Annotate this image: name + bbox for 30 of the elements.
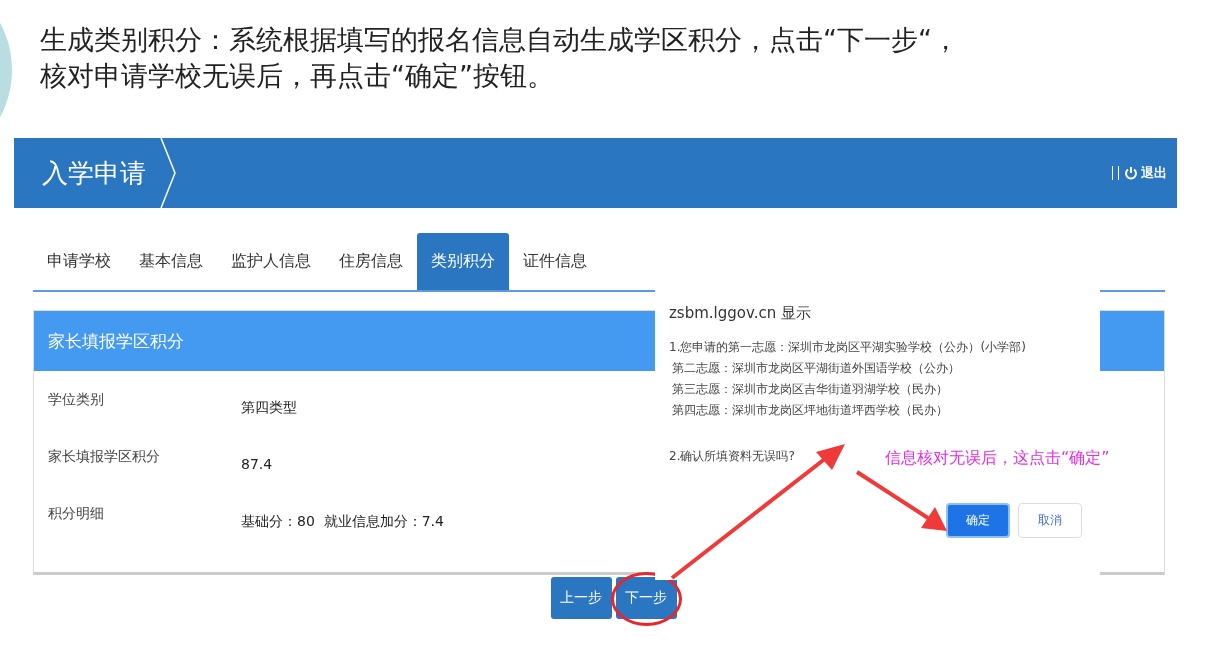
cancel-button[interactable]: 取消 bbox=[1018, 503, 1082, 538]
tab[interactable]: 住房信息 bbox=[325, 233, 417, 290]
tab[interactable]: 监护人信息 bbox=[217, 233, 325, 290]
panel-title: 家长填报学区积分 bbox=[48, 329, 184, 353]
tab[interactable]: 类别积分 bbox=[417, 233, 509, 290]
field-value: 87.4 bbox=[241, 455, 273, 474]
dialog-text: 1.您申请的第一志愿：深圳市龙岗区平湖实验学校（公办）(小学部) bbox=[669, 339, 1027, 356]
field-value: 基础分：80 就业信息加分：7.4 bbox=[241, 512, 444, 531]
page-title: 入学申请 bbox=[41, 156, 147, 190]
tab[interactable]: 基本信息 bbox=[125, 233, 217, 290]
step-button[interactable]: 下一步 bbox=[615, 577, 677, 619]
confirm-button[interactable]: 确定 bbox=[946, 503, 1010, 538]
dialog-text: 第二志愿：深圳市龙岗区平湖街道外国语学校（公办） bbox=[671, 360, 961, 377]
field-label: 家长填报学区积分 bbox=[48, 447, 161, 466]
power-icon bbox=[1124, 166, 1138, 180]
tab[interactable]: 申请学校 bbox=[33, 233, 125, 290]
tab[interactable]: 证件信息 bbox=[509, 233, 601, 290]
dialog-text: 第三志愿：深圳市龙岗区吉华街道羽湖学校（民办） bbox=[671, 381, 949, 398]
instruction-text: 核对申请学校无误后，再点击“确定”按钮。 bbox=[40, 59, 554, 93]
annotation-text: 信息核对无误后，这点击“确定” bbox=[885, 448, 1110, 469]
field-value: 第四类型 bbox=[241, 398, 297, 417]
logout-link[interactable]: 退出 bbox=[1112, 164, 1177, 182]
step-button[interactable]: 上一步 bbox=[550, 577, 612, 619]
instruction-text: 生成类别积分：系统根据填写的报名信息自动生成学区积分，点击“下一步“， bbox=[40, 23, 959, 57]
chevron-icon bbox=[160, 138, 176, 208]
field-label: 学位类别 bbox=[48, 390, 105, 409]
field-label: 积分明细 bbox=[48, 504, 105, 523]
dialog-text: 第四志愿：深圳市龙岗区坪地街道坪西学校（民办） bbox=[671, 402, 949, 419]
dialog-question: 2.确认所填资料无误吗? bbox=[669, 448, 795, 465]
dialog-title: zsbm.lggov.cn 显示 bbox=[669, 304, 812, 323]
